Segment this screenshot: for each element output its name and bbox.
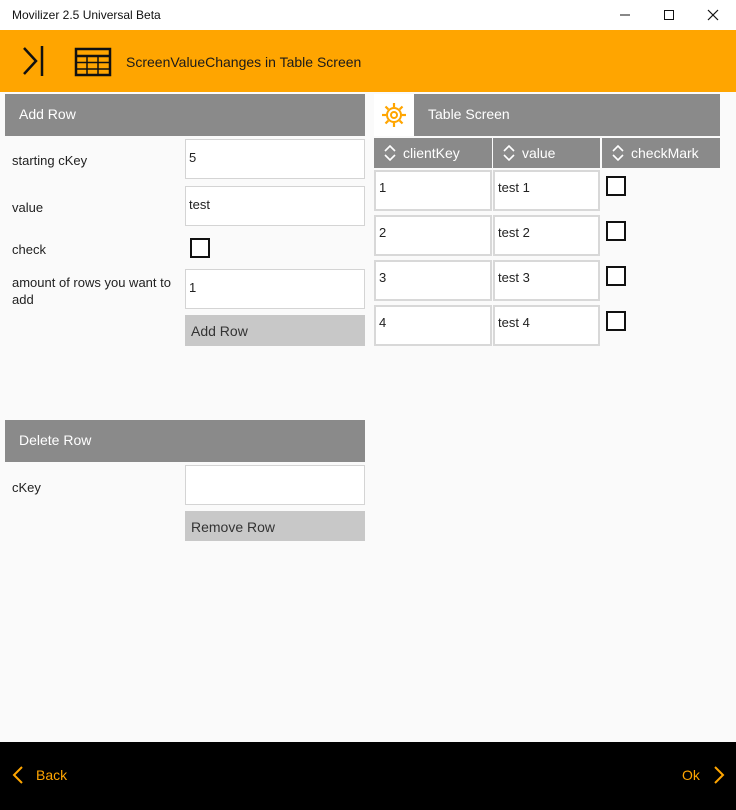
ok-button-label: Ok: [682, 767, 700, 783]
maximize-icon: [664, 10, 674, 20]
delete-row-header: Delete Row: [5, 420, 365, 462]
app-bar: ScreenValueChanges in Table Screen: [0, 30, 736, 92]
check-checkbox[interactable]: [190, 238, 210, 258]
table-cell-value[interactable]: test 1: [493, 170, 600, 211]
ckey-input[interactable]: [185, 465, 365, 505]
table-icon: [74, 47, 112, 77]
amount-input[interactable]: 1: [185, 269, 365, 309]
table-screen-header: Table Screen: [414, 94, 720, 136]
delete-row-header-label: Delete Row: [19, 432, 92, 448]
column-header-clientkey[interactable]: clientKey: [374, 138, 492, 168]
collapse-arrow-icon: [23, 46, 44, 76]
minimize-button[interactable]: [602, 0, 648, 30]
column-header-checkmark[interactable]: checkMark: [602, 138, 720, 168]
column-header-label: checkMark: [631, 145, 699, 161]
starting-ckey-label: starting cKey: [12, 153, 88, 168]
table-row-checkbox[interactable]: [606, 221, 626, 241]
table-row-checkbox[interactable]: [606, 176, 626, 196]
column-header-label: value: [522, 145, 556, 161]
column-header-label: clientKey: [403, 145, 460, 161]
sort-icon: [612, 145, 624, 161]
table-cell-clientkey[interactable]: 3: [374, 260, 492, 301]
settings-button[interactable]: [374, 94, 414, 136]
add-row-header-label: Add Row: [19, 106, 76, 122]
starting-ckey-input[interactable]: 5: [185, 139, 365, 179]
table-cell-clientkey[interactable]: 4: [374, 305, 492, 346]
table-cell-clientkey[interactable]: 2: [374, 215, 492, 256]
check-label: check: [12, 242, 46, 257]
table-cell-value[interactable]: test 4: [493, 305, 600, 346]
close-icon: [707, 9, 719, 21]
chevron-left-icon: [12, 766, 23, 784]
ckey-label: cKey: [12, 480, 41, 495]
maximize-button[interactable]: [646, 0, 692, 30]
table-screen-header-label: Table Screen: [428, 106, 510, 122]
add-row-button[interactable]: Add Row: [185, 315, 365, 346]
gear-icon: [382, 103, 406, 127]
ok-button[interactable]: Ok: [682, 766, 725, 784]
value-label: value: [12, 200, 44, 215]
remove-row-button[interactable]: Remove Row: [185, 511, 365, 541]
table-row-checkbox[interactable]: [606, 311, 626, 331]
amount-label: amount of rows you want to add: [12, 275, 171, 307]
window-title: Movilizer 2.5 Universal Beta: [12, 8, 161, 22]
column-header-value[interactable]: value: [493, 138, 600, 168]
table-cell-clientkey[interactable]: 1: [374, 170, 492, 211]
chevron-right-icon: [714, 766, 725, 784]
add-row-header: Add Row: [5, 94, 365, 136]
table-cell-value[interactable]: test 3: [493, 260, 600, 301]
back-button-label: Back: [36, 767, 68, 783]
value-input[interactable]: test: [185, 186, 365, 226]
sort-icon: [384, 145, 396, 161]
minimize-icon: [620, 14, 630, 16]
back-button[interactable]: Back: [12, 766, 67, 784]
bottom-command-bar: Back Ok: [0, 742, 736, 810]
table-row-checkbox[interactable]: [606, 266, 626, 286]
close-button[interactable]: [690, 0, 736, 30]
collapse-menu-button[interactable]: [18, 44, 48, 78]
window-titlebar: Movilizer 2.5 Universal Beta: [0, 0, 736, 30]
sort-icon: [503, 145, 515, 161]
table-cell-value[interactable]: test 2: [493, 215, 600, 256]
screen-title: ScreenValueChanges in Table Screen: [126, 54, 362, 70]
